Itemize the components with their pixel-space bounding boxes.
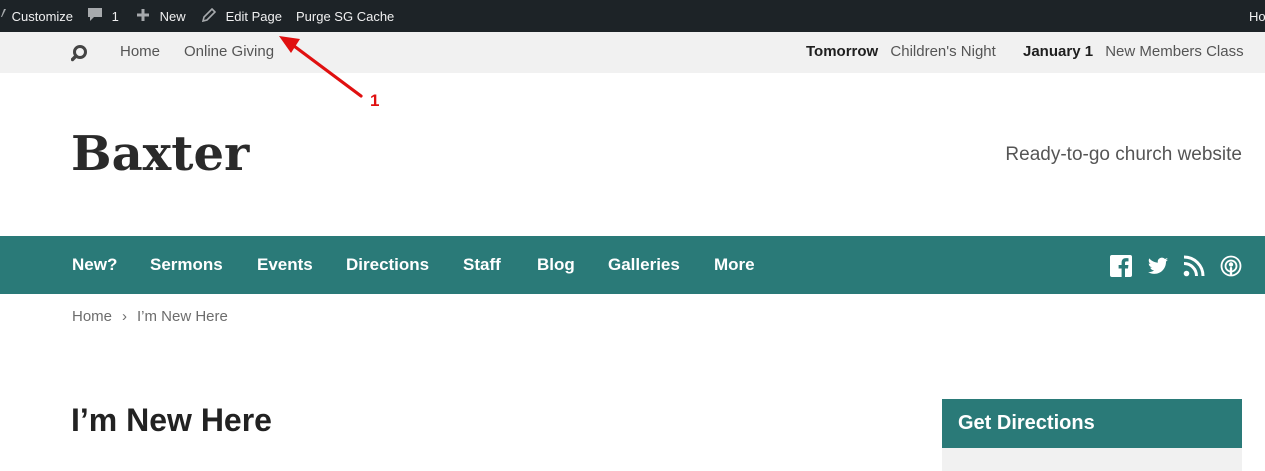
nav-item-staff[interactable]: Staff (463, 236, 501, 294)
top-event-2-title: New Members Class (1105, 43, 1244, 60)
podcast-icon[interactable] (1220, 255, 1242, 277)
nav-item-sermons[interactable]: Sermons (150, 236, 223, 294)
nav-item-blog[interactable]: Blog (537, 236, 575, 294)
site-title[interactable]: Baxter (71, 126, 249, 182)
breadcrumb-current: I’m New Here (137, 308, 228, 325)
breadcrumb-home[interactable]: Home (72, 308, 112, 325)
top-event-2-when: January 1 (1023, 43, 1094, 60)
admin-comments[interactable]: 1 (87, 0, 119, 32)
sidebar-widget-directions: Get Directions (942, 399, 1242, 471)
top-event-2[interactable]: January 1 New Members Class (1023, 32, 1244, 73)
nav-item-events[interactable]: Events (257, 236, 313, 294)
page-title: I’m New Here (71, 402, 272, 438)
admin-edit-page-label: Edit Page (225, 9, 282, 24)
breadcrumb-separator: › (122, 308, 128, 325)
twitter-icon[interactable] (1147, 255, 1169, 277)
plus-icon (136, 1, 150, 35)
site-tagline: Ready-to-go church website (1005, 144, 1242, 165)
admin-new-label: New (159, 9, 186, 24)
breadcrumb: Home › I’m New Here (72, 306, 228, 328)
admin-purge-cache[interactable]: Purge SG Cache (296, 0, 394, 32)
admin-howdy-label: Ho (1249, 9, 1265, 24)
admin-new[interactable]: New (136, 0, 186, 32)
nav-item-galleries[interactable]: Galleries (608, 236, 680, 294)
admin-customize[interactable]: Customize (0, 0, 73, 32)
brush-icon (0, 1, 6, 35)
top-event-1-when: Tomorrow (806, 43, 879, 60)
widget-title: Get Directions (942, 399, 1242, 448)
top-event-1-title: Children's Night (890, 43, 996, 60)
pencil-icon (201, 1, 217, 35)
top-link-online-giving[interactable]: Online Giving (184, 32, 274, 73)
top-link-home[interactable]: Home (120, 32, 160, 73)
nav-item-directions[interactable]: Directions (346, 236, 429, 294)
wp-admin-bar: Customize 1 New Edit Page Purge SG Cache… (0, 0, 1265, 32)
admin-edit-page[interactable]: Edit Page (201, 0, 282, 35)
annotation-number: 1 (370, 91, 380, 110)
top-event-1[interactable]: Tomorrow Children's Night (806, 32, 996, 73)
nav-item-new[interactable]: New? (72, 236, 117, 294)
rss-icon[interactable] (1183, 255, 1205, 277)
comment-bubble-icon (87, 1, 103, 35)
admin-howdy[interactable]: Ho (1249, 0, 1265, 32)
nav-item-more[interactable]: More (714, 236, 755, 294)
admin-customize-label: Customize (11, 9, 74, 24)
admin-comments-count: 1 (111, 9, 119, 24)
top-bar: Home Online Giving Tomorrow Children's N… (0, 32, 1265, 73)
main-nav: New? Sermons Events Directions Staff Blo… (0, 236, 1265, 294)
facebook-icon[interactable] (1110, 255, 1132, 277)
admin-purge-cache-label: Purge SG Cache (296, 9, 395, 24)
search-icon[interactable] (70, 33, 91, 74)
